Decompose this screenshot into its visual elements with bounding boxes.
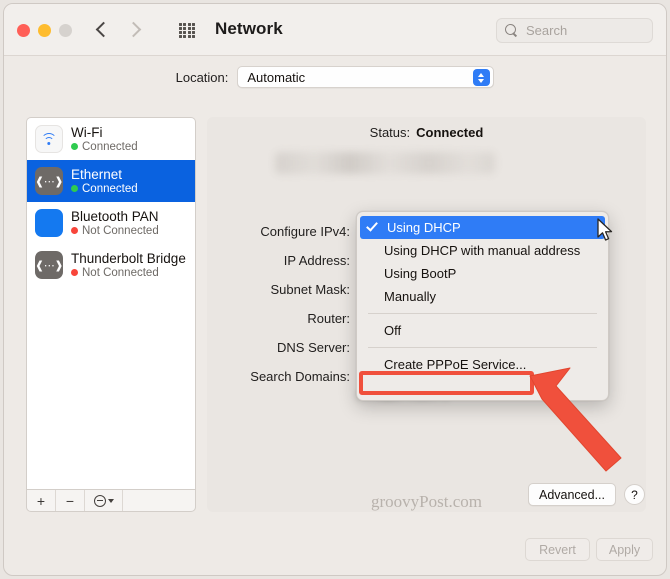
menu-item-off[interactable]: Off: [357, 319, 608, 342]
back-chevron-icon[interactable]: [97, 19, 109, 41]
network-services-list[interactable]: Wi-Fi Connected ❰⋯❱ Ethernet Connected: [26, 117, 196, 489]
service-status-label: Not Connected: [82, 224, 159, 238]
status-dot-icon: [71, 227, 78, 234]
help-button[interactable]: ?: [624, 484, 645, 505]
status-label: Status:: [370, 125, 410, 140]
ethernet-icon: ❰⋯❱: [35, 167, 63, 195]
service-options-button[interactable]: [85, 490, 123, 511]
callout-highlight-box: [359, 371, 534, 395]
menu-separator: [368, 347, 597, 348]
menu-item-label: Off: [384, 323, 401, 338]
service-status-label: Connected: [82, 182, 138, 196]
status-row: Status: Connected: [207, 125, 646, 140]
service-name: Wi-Fi: [71, 125, 138, 140]
configure-ipv4-label: Configure IPv4:: [260, 224, 350, 239]
page-title: Network: [215, 19, 283, 39]
network-preferences-window: Network Search Location: Automatic Wi-Fi…: [3, 3, 667, 576]
subnet-mask-label: Subnet Mask:: [271, 282, 351, 297]
title-bar: Network Search: [4, 4, 666, 56]
chevron-updown-icon[interactable]: [473, 69, 490, 86]
service-name: Bluetooth PAN: [71, 209, 159, 224]
close-button[interactable]: [17, 24, 30, 37]
zoom-button: [59, 24, 72, 37]
mouse-cursor-icon: [597, 218, 615, 244]
service-status-label: Connected: [82, 140, 138, 154]
service-name: Ethernet: [71, 167, 138, 182]
status-detail-redacted: [275, 152, 495, 174]
traffic-lights: [17, 24, 72, 37]
menu-item-label: Create PPPoE Service...: [384, 357, 526, 372]
navigation-buttons: [97, 19, 139, 41]
add-service-button[interactable]: +: [27, 490, 56, 511]
menu-item-label: Manually: [384, 289, 436, 304]
status-dot-icon: [71, 269, 78, 276]
service-name: Thunderbolt Bridge: [71, 251, 186, 266]
bluetooth-icon: ᚝: [35, 209, 63, 237]
location-value: Automatic: [247, 70, 305, 85]
status-dot-icon: [71, 143, 78, 150]
service-status: Connected: [71, 140, 138, 154]
router-label: Router:: [307, 311, 350, 326]
ip-address-label: IP Address:: [284, 253, 350, 268]
menu-item-label: Using BootP: [384, 266, 456, 281]
revert-button: Revert: [525, 538, 590, 561]
dns-server-label: DNS Server:: [277, 340, 350, 355]
search-placeholder: Search: [526, 23, 567, 38]
status-badge: Connected: [416, 125, 483, 140]
menu-item-label: Using DHCP with manual address: [384, 243, 580, 258]
location-row: Location: Automatic: [4, 66, 666, 88]
search-field[interactable]: Search: [496, 18, 653, 43]
all-preferences-grid-icon[interactable]: [179, 23, 195, 38]
sidebar-item-wifi[interactable]: Wi-Fi Connected: [27, 118, 195, 160]
location-select[interactable]: Automatic: [237, 66, 494, 88]
status-dot-icon: [71, 185, 78, 192]
remove-service-button[interactable]: −: [56, 490, 85, 511]
service-status: Connected: [71, 182, 138, 196]
service-status: Not Connected: [71, 224, 159, 238]
wifi-icon: [35, 125, 63, 153]
menu-item-using-dhcp[interactable]: Using DHCP: [360, 216, 605, 239]
sidebar-item-bluetooth-pan[interactable]: ᚝ Bluetooth PAN Not Connected: [27, 202, 195, 244]
advanced-button[interactable]: Advanced...: [528, 483, 616, 506]
minimize-button[interactable]: [38, 24, 51, 37]
options-menu-icon: [94, 495, 106, 507]
forward-chevron-icon: [127, 19, 139, 41]
sidebar-footer-toolbar: + −: [26, 489, 196, 512]
menu-item-using-dhcp-manual-address[interactable]: Using DHCP with manual address: [357, 239, 608, 262]
search-domains-label: Search Domains:: [250, 369, 350, 384]
apply-button: Apply: [596, 538, 653, 561]
sidebar-item-ethernet[interactable]: ❰⋯❱ Ethernet Connected: [27, 160, 195, 202]
location-label: Location:: [176, 70, 229, 85]
menu-item-label: Using DHCP: [387, 220, 461, 235]
sidebar-item-thunderbolt-bridge[interactable]: ❰⋯❱ Thunderbolt Bridge Not Connected: [27, 244, 195, 286]
service-status-label: Not Connected: [82, 266, 159, 280]
search-icon: [505, 24, 518, 37]
menu-separator: [368, 313, 597, 314]
menu-item-manually[interactable]: Manually: [357, 285, 608, 308]
chevron-down-icon: [108, 499, 114, 503]
red-pointer-arrow-icon: [524, 364, 634, 484]
service-status: Not Connected: [71, 266, 186, 280]
checkmark-icon: [366, 219, 378, 231]
ethernet-icon: ❰⋯❱: [35, 251, 63, 279]
menu-item-using-bootp[interactable]: Using BootP: [357, 262, 608, 285]
